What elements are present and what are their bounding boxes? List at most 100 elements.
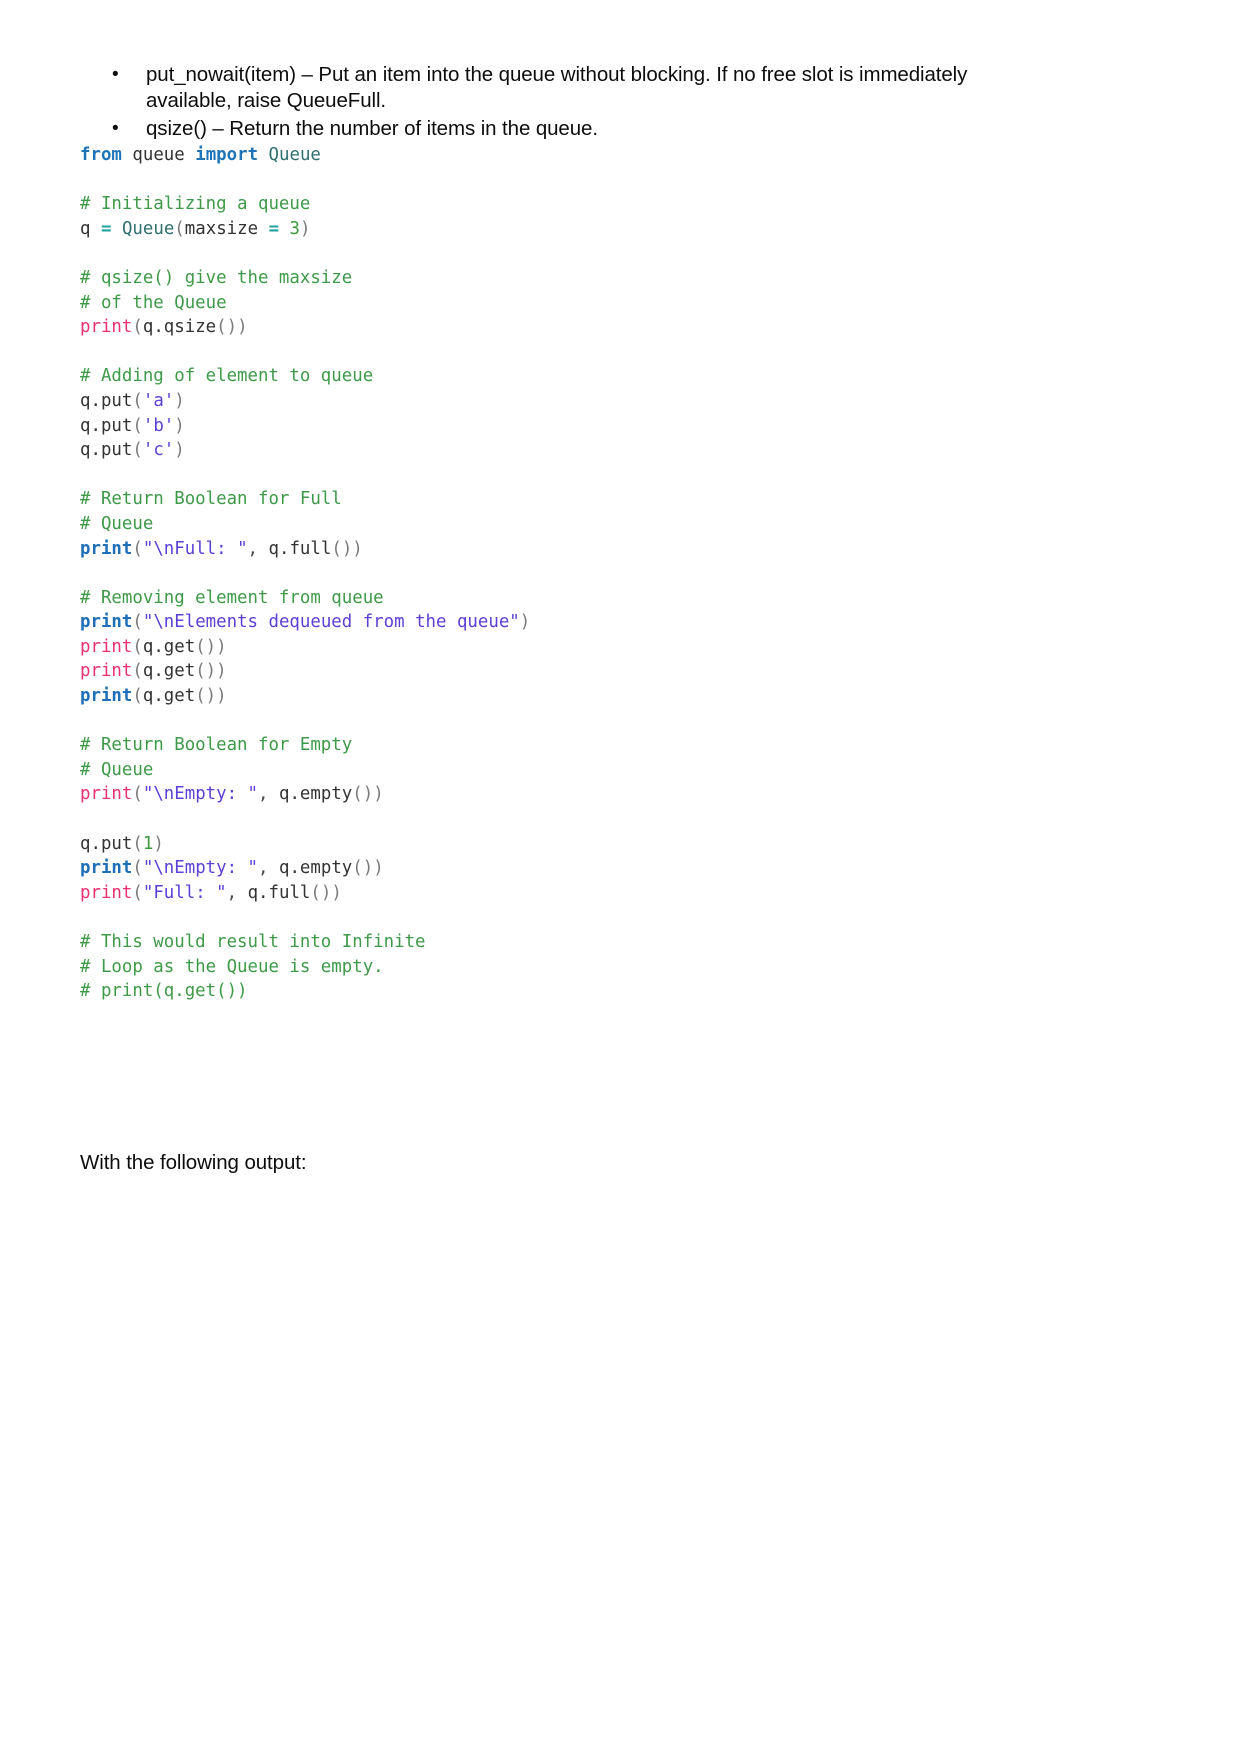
code-token-paren: )	[174, 390, 185, 411]
code-line: q.put('b')	[80, 414, 530, 439]
code-token-com: # Queue	[80, 513, 154, 534]
code-token-punc: ,	[247, 538, 259, 559]
code-token-paren: )	[216, 661, 227, 682]
code-token-str: 'a'	[142, 390, 175, 411]
code-token-paren: ()	[352, 858, 374, 879]
code-token-plain: q.full	[247, 882, 311, 903]
code-line: # Adding of element to queue	[80, 364, 530, 389]
bullet-list: • put_nowait(item) – Put an item into th…	[80, 62, 1040, 144]
code-token-kw: import	[195, 145, 259, 165]
bullet-marker: •	[112, 118, 119, 139]
code-line: print(q.get())	[80, 659, 530, 684]
code-token-plain: q.put	[80, 833, 133, 854]
code-token-fn-blue: print	[80, 858, 133, 879]
code-token-plain: q.get	[142, 661, 196, 682]
code-line: print(q.get())	[80, 635, 530, 660]
code-token-paren: (	[132, 784, 143, 805]
code-token-op: =	[268, 218, 280, 239]
code-token-paren: (	[132, 882, 143, 903]
code-token-fn-pink: print	[80, 784, 133, 805]
code-token-com: # of the Queue	[80, 292, 227, 313]
code-token-punc: ,	[258, 784, 269, 805]
code-token-paren: (	[132, 858, 143, 879]
code-token-fn-pink: print	[80, 882, 133, 903]
code-line: print("\nEmpty: ", q.empty())	[80, 782, 530, 807]
code-line: q.put('a')	[80, 389, 530, 414]
code-token-paren: )	[174, 440, 185, 461]
code-token-com: # Return Boolean for Empty	[80, 735, 353, 756]
code-token-str: 'c'	[142, 440, 175, 461]
code-token-plain: q.empty	[278, 784, 353, 805]
code-token-punc: ,	[258, 858, 269, 879]
code-line: q.put(1)	[80, 832, 530, 857]
code-token-paren: (	[132, 317, 143, 338]
code-token-paren: (	[174, 218, 185, 239]
code-token-com: # qsize() give the maxsize	[80, 267, 353, 288]
code-token-paren: (	[132, 636, 143, 657]
code-line: q = Queue(maxsize = 3)	[80, 217, 530, 242]
code-token-paren: (	[132, 538, 143, 559]
code-token-str: "\nEmpty: "	[142, 784, 259, 805]
code-token-paren: (	[132, 833, 143, 854]
code-line: from queue import Queue	[80, 143, 530, 168]
document-page: • put_nowait(item) – Put an item into th…	[0, 0, 1241, 1754]
code-token-fn-blue: print	[80, 686, 133, 707]
code-line: # Removing element from queue	[80, 586, 530, 611]
code-token-paren: )	[373, 784, 384, 805]
code-token-num: 1	[142, 833, 154, 854]
code-token-paren: ()	[216, 317, 238, 338]
code-token-plain: q.full	[268, 538, 332, 559]
closing-paragraph: With the following output:	[80, 1151, 307, 1174]
code-line: print(q.qsize())	[80, 315, 530, 340]
code-token-paren: (	[132, 440, 143, 461]
code-token-com: # Queue	[80, 759, 154, 780]
code-token-plain: q.put	[80, 415, 133, 436]
code-line: print("Full: ", q.full())	[80, 881, 530, 906]
code-token-com: # Initializing a queue	[80, 194, 311, 215]
code-token-com: # Adding of element to queue	[80, 366, 374, 387]
code-token-paren: (	[132, 415, 143, 436]
code-token-fn-pink: print	[80, 317, 133, 338]
bullet-marker: •	[112, 64, 119, 85]
code-token-com: # Removing element from queue	[80, 587, 384, 608]
code-line: # Initializing a queue	[80, 192, 530, 217]
code-token-paren: ()	[310, 882, 332, 903]
code-line: # This would result into Infinite	[80, 930, 530, 955]
code-token-com: # print(q.get())	[80, 981, 248, 1002]
code-token-paren: ()	[195, 661, 217, 682]
code-line: # of the Queue	[80, 291, 530, 316]
code-line: # Loop as the Queue is empty.	[80, 955, 530, 980]
code-line: print("\nEmpty: ", q.empty())	[80, 856, 530, 881]
code-token-paren: )	[519, 612, 531, 633]
list-item: • put_nowait(item) – Put an item into th…	[80, 62, 1040, 114]
code-token-paren: )	[331, 882, 342, 903]
list-item: • qsize() – Return the number of items i…	[80, 116, 1040, 142]
code-token-name: Queue	[121, 218, 175, 239]
code-token-com: # This would result into Infinite	[80, 932, 426, 952]
code-token-plain: q.get	[142, 686, 196, 707]
code-token-paren: (	[132, 686, 143, 707]
code-token-num: 3	[289, 218, 301, 239]
code-token-paren: (	[132, 612, 143, 633]
code-token-str: "\nFull: "	[142, 538, 248, 559]
code-token-paren: )	[352, 538, 363, 559]
code-line: # print(q.get())	[80, 979, 530, 1004]
code-token-paren: (	[132, 390, 143, 411]
code-line: q.put('c')	[80, 438, 530, 463]
code-token-plain: maxsize	[184, 218, 259, 239]
code-token-paren: )	[300, 218, 311, 239]
code-line: print("\nElements dequeued from the queu…	[80, 610, 530, 635]
